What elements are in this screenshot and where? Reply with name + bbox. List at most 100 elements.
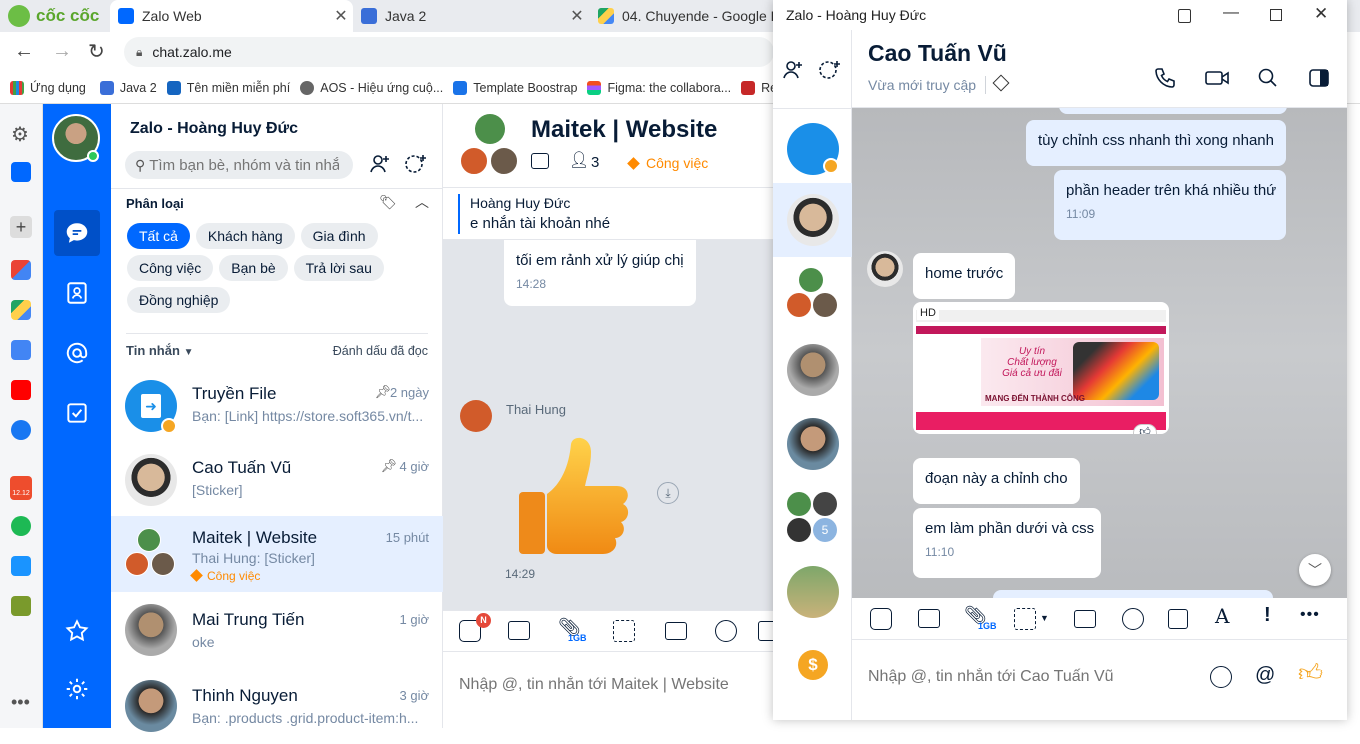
contact-avatar[interactable] xyxy=(787,418,839,470)
gmail-icon[interactable] xyxy=(11,260,31,280)
youtube-icon[interactable] xyxy=(11,380,31,400)
message-bubble[interactable]: home trước xyxy=(913,253,1016,299)
google-drive-icon[interactable] xyxy=(11,300,31,320)
image-icon[interactable] xyxy=(918,609,940,628)
more-icon[interactable]: ••• xyxy=(11,692,30,713)
collapse-chevron-icon[interactable]: ︿ xyxy=(415,192,429,212)
mentions-tab[interactable] xyxy=(54,330,100,376)
mention-at-icon[interactable]: @ xyxy=(1255,664,1275,687)
create-group-icon[interactable] xyxy=(817,58,843,82)
thumbs-up-sticker[interactable] xyxy=(515,436,631,560)
tiki-icon[interactable] xyxy=(11,556,31,576)
payment-dollar-icon[interactable]: $ xyxy=(798,650,828,680)
sticker-icon[interactable] xyxy=(870,608,892,630)
add-friend-icon[interactable] xyxy=(368,152,392,176)
favorites-tab[interactable] xyxy=(54,608,100,654)
sidebar-toggle-icon[interactable] xyxy=(1307,66,1331,90)
add-friend-icon[interactable] xyxy=(781,58,805,82)
conversation-item[interactable]: ➜ Truyền File Bạn: [Link] https://store.… xyxy=(111,370,443,444)
emoji-icon[interactable] xyxy=(1210,666,1232,688)
bookmark-java2[interactable]: Java 2 xyxy=(99,80,157,95)
conversation-item[interactable]: Mai Trung Tiến oke 1 giờ xyxy=(111,592,443,666)
pinned-message[interactable]: Hoàng Huy Đức e nhắn tài khoản nhé xyxy=(443,188,773,240)
close-tab-icon[interactable]: ✕ xyxy=(565,6,589,26)
coccoc-logo[interactable]: cốc cốc xyxy=(8,5,99,27)
search-box[interactable]: ⚲ xyxy=(125,151,353,179)
screenshot-icon[interactable] xyxy=(1014,608,1036,630)
more-options-icon[interactable]: ••• xyxy=(1300,606,1320,624)
maximize-icon[interactable] xyxy=(1270,9,1282,21)
reload-icon[interactable]: ↻ xyxy=(88,39,105,64)
screenshot-icon[interactable] xyxy=(613,620,635,642)
filter-chip-customers[interactable]: Khách hàng xyxy=(195,223,295,249)
image-icon[interactable] xyxy=(508,621,530,640)
url-bar[interactable]: 🔒︎ chat.zalo.me xyxy=(124,37,774,67)
message-bubble[interactable]: đoạn này a chỉnh cho xyxy=(913,458,1080,504)
like-reaction-icon[interactable]: 👍︎ xyxy=(1133,424,1157,434)
reminder-clock-icon[interactable] xyxy=(1122,608,1144,630)
conversation-item-selected[interactable]: Maitek | Website Thai Hung: [Sticker] Cô… xyxy=(111,516,443,592)
settings-tab[interactable] xyxy=(54,666,100,712)
close-window-icon[interactable]: ✕ xyxy=(1314,4,1328,24)
google-translate-icon[interactable] xyxy=(11,340,31,360)
contacts-tab[interactable] xyxy=(54,270,100,316)
work-tag[interactable]: Công việc xyxy=(627,155,708,171)
popup-input-area[interactable]: @ 👍︎ xyxy=(852,640,1347,720)
filter-chip-all[interactable]: Tất cả xyxy=(127,223,190,249)
game-icon[interactable] xyxy=(11,596,31,616)
message-bubble-mine[interactable]: tùy chỉnh css nhanh thì xong nhanh xyxy=(1025,120,1286,166)
group-avatar-member[interactable] xyxy=(787,492,811,516)
tab-google-drive[interactable]: 04. Chuyende - Google D xyxy=(590,0,773,32)
filter-chip-family[interactable]: Gia đình xyxy=(300,223,378,249)
video-call-icon[interactable] xyxy=(1204,66,1230,90)
tab-java2[interactable]: Java 2 ✕ xyxy=(353,0,589,32)
bookmark-apps[interactable]: Ứng dụng xyxy=(10,80,86,95)
message-input[interactable] xyxy=(868,668,1188,686)
text-format-icon[interactable]: A xyxy=(1215,604,1229,628)
urgent-mark-icon[interactable]: ! xyxy=(1264,604,1271,627)
lock-icon[interactable] xyxy=(1178,9,1191,23)
reminder-clock-icon[interactable] xyxy=(715,620,737,642)
scroll-down-icon[interactable]: ﹀ xyxy=(1299,554,1331,586)
filter-chip-reply-later[interactable]: Trả lời sau xyxy=(293,255,384,281)
download-icon[interactable]: ⤓ xyxy=(657,482,679,504)
shopee-icon[interactable]: 12.12 xyxy=(10,476,32,500)
todo-tab[interactable] xyxy=(54,390,100,436)
back-icon[interactable]: ← xyxy=(14,40,34,63)
contact-avatar[interactable] xyxy=(787,566,839,618)
tag-icon[interactable] xyxy=(992,74,1010,92)
phone-call-icon[interactable] xyxy=(1153,66,1177,90)
messages-tab[interactable] xyxy=(54,210,100,256)
search-icon[interactable] xyxy=(1256,66,1280,90)
message-bubble-mine[interactable]: phần header trên khá nhiều thứ 11:09 xyxy=(1054,170,1286,240)
forward-icon[interactable]: → xyxy=(52,40,72,63)
add-icon[interactable]: + xyxy=(10,216,32,238)
settings-gear-icon[interactable]: ⚙ xyxy=(11,122,29,147)
message-input[interactable] xyxy=(459,676,769,694)
group-board-icon[interactable] xyxy=(531,153,549,169)
bookmark-template[interactable]: Template Boostrap xyxy=(453,80,577,95)
quick-like-icon[interactable]: 👍︎ xyxy=(1298,660,1323,688)
manage-tags-icon[interactable]: 🏷︎ xyxy=(379,194,397,211)
task-add-icon[interactable] xyxy=(1168,609,1188,629)
spotify-icon[interactable] xyxy=(11,516,31,536)
close-tab-icon[interactable]: ✕ xyxy=(329,6,353,26)
contact-card-icon[interactable] xyxy=(1074,610,1096,628)
message-input-area[interactable] xyxy=(443,652,773,728)
contact-avatar[interactable] xyxy=(787,194,839,246)
contact-avatar[interactable] xyxy=(787,344,839,396)
minimize-icon[interactable]: — xyxy=(1223,4,1239,22)
filter-chip-work[interactable]: Công việc xyxy=(127,255,214,281)
group-avatar-member[interactable] xyxy=(799,268,823,292)
image-message[interactable]: HD Uy tín Chất lượng Giá cả ưu đãi MANG … xyxy=(913,302,1169,434)
mark-all-read-link[interactable]: Đánh dấu đã đọc xyxy=(333,344,428,358)
filter-chip-colleagues[interactable]: Đồng nghiệp xyxy=(127,287,231,313)
zalo-app-icon[interactable] xyxy=(11,162,31,182)
tab-zalo-web[interactable]: Zalo Web ✕ xyxy=(110,0,353,32)
filter-chip-friends[interactable]: Bạn bè xyxy=(219,255,288,281)
members-icon[interactable]: 👤︎ xyxy=(569,150,589,170)
contact-card-icon[interactable] xyxy=(665,622,687,640)
conversation-item[interactable]: Cao Tuấn Vũ [Sticker] 📌︎ 4 giờ xyxy=(111,444,443,518)
bookmark-freenom[interactable]: Tên miền miễn phí xyxy=(166,80,290,95)
messages-filter-dropdown[interactable]: Tin nhắn ▼ xyxy=(126,343,193,358)
